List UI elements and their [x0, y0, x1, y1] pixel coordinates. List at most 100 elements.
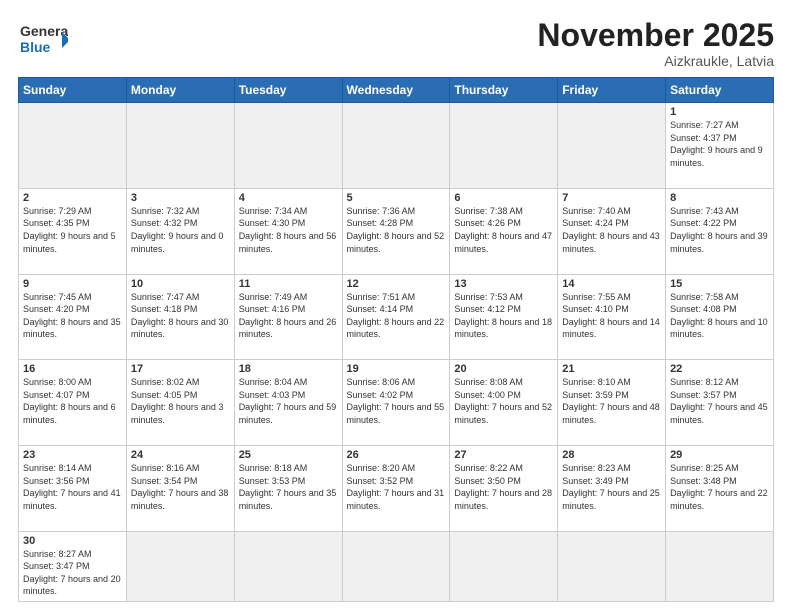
day-info: Sunrise: 8:02 AMSunset: 4:05 PMDaylight:…	[131, 376, 230, 426]
day-info: Sunrise: 8:12 AMSunset: 3:57 PMDaylight:…	[670, 376, 769, 426]
day-number: 9	[23, 278, 122, 290]
day-info: Sunrise: 8:00 AMSunset: 4:07 PMDaylight:…	[23, 376, 122, 426]
day-26: 26 Sunrise: 8:20 AMSunset: 3:52 PMDaylig…	[342, 445, 450, 531]
logo: General Blue	[18, 18, 68, 62]
subtitle: Aizkraukle, Latvia	[537, 53, 774, 69]
day-info: Sunrise: 7:36 AMSunset: 4:28 PMDaylight:…	[347, 205, 446, 255]
empty-cell	[234, 103, 342, 189]
day-number: 30	[23, 535, 122, 547]
empty-cell	[342, 531, 450, 601]
day-number: 6	[454, 192, 553, 204]
day-7: 7 Sunrise: 7:40 AMSunset: 4:24 PMDayligh…	[558, 188, 666, 274]
day-info: Sunrise: 7:34 AMSunset: 4:30 PMDaylight:…	[239, 205, 338, 255]
day-number: 7	[562, 192, 661, 204]
week-row-4: 16 Sunrise: 8:00 AMSunset: 4:07 PMDaylig…	[19, 360, 774, 446]
day-info: Sunrise: 7:43 AMSunset: 4:22 PMDaylight:…	[670, 205, 769, 255]
th-friday: Friday	[558, 78, 666, 103]
day-number: 18	[239, 363, 338, 375]
empty-cell	[450, 103, 558, 189]
week-row-2: 2 Sunrise: 7:29 AMSunset: 4:35 PMDayligh…	[19, 188, 774, 274]
empty-cell	[342, 103, 450, 189]
day-number: 8	[670, 192, 769, 204]
week-row-1: 1 Sunrise: 7:27 AMSunset: 4:37 PMDayligh…	[19, 103, 774, 189]
svg-text:Blue: Blue	[20, 39, 51, 55]
day-number: 20	[454, 363, 553, 375]
day-10: 10 Sunrise: 7:47 AMSunset: 4:18 PMDaylig…	[126, 274, 234, 360]
day-15: 15 Sunrise: 7:58 AMSunset: 4:08 PMDaylig…	[666, 274, 774, 360]
day-number: 21	[562, 363, 661, 375]
day-8: 8 Sunrise: 7:43 AMSunset: 4:22 PMDayligh…	[666, 188, 774, 274]
day-number: 11	[239, 278, 338, 290]
day-number: 16	[23, 363, 122, 375]
day-5: 5 Sunrise: 7:36 AMSunset: 4:28 PMDayligh…	[342, 188, 450, 274]
th-monday: Monday	[126, 78, 234, 103]
day-info: Sunrise: 7:58 AMSunset: 4:08 PMDaylight:…	[670, 291, 769, 341]
empty-cell	[558, 531, 666, 601]
day-13: 13 Sunrise: 7:53 AMSunset: 4:12 PMDaylig…	[450, 274, 558, 360]
day-info: Sunrise: 8:18 AMSunset: 3:53 PMDaylight:…	[239, 462, 338, 512]
day-22: 22 Sunrise: 8:12 AMSunset: 3:57 PMDaylig…	[666, 360, 774, 446]
day-info: Sunrise: 8:14 AMSunset: 3:56 PMDaylight:…	[23, 462, 122, 512]
day-number: 17	[131, 363, 230, 375]
day-14: 14 Sunrise: 7:55 AMSunset: 4:10 PMDaylig…	[558, 274, 666, 360]
day-number: 29	[670, 449, 769, 461]
day-info: Sunrise: 8:16 AMSunset: 3:54 PMDaylight:…	[131, 462, 230, 512]
page: General Blue November 2025 Aizkraukle, L…	[0, 0, 792, 612]
day-11: 11 Sunrise: 7:49 AMSunset: 4:16 PMDaylig…	[234, 274, 342, 360]
day-info: Sunrise: 8:08 AMSunset: 4:00 PMDaylight:…	[454, 376, 553, 426]
th-sunday: Sunday	[19, 78, 127, 103]
day-info: Sunrise: 8:06 AMSunset: 4:02 PMDaylight:…	[347, 376, 446, 426]
logo-svg: General Blue	[18, 18, 68, 62]
day-number: 15	[670, 278, 769, 290]
week-row-3: 9 Sunrise: 7:45 AMSunset: 4:20 PMDayligh…	[19, 274, 774, 360]
title-block: November 2025 Aizkraukle, Latvia	[537, 18, 774, 69]
th-saturday: Saturday	[666, 78, 774, 103]
day-number: 22	[670, 363, 769, 375]
day-27: 27 Sunrise: 8:22 AMSunset: 3:50 PMDaylig…	[450, 445, 558, 531]
week-row-5: 23 Sunrise: 8:14 AMSunset: 3:56 PMDaylig…	[19, 445, 774, 531]
day-24: 24 Sunrise: 8:16 AMSunset: 3:54 PMDaylig…	[126, 445, 234, 531]
day-number: 3	[131, 192, 230, 204]
day-6: 6 Sunrise: 7:38 AMSunset: 4:26 PMDayligh…	[450, 188, 558, 274]
day-info: Sunrise: 8:22 AMSunset: 3:50 PMDaylight:…	[454, 462, 553, 512]
calendar: Sunday Monday Tuesday Wednesday Thursday…	[18, 77, 774, 602]
empty-cell	[234, 531, 342, 601]
day-info: Sunrise: 7:29 AMSunset: 4:35 PMDaylight:…	[23, 205, 122, 255]
day-info: Sunrise: 8:20 AMSunset: 3:52 PMDaylight:…	[347, 462, 446, 512]
day-info: Sunrise: 7:40 AMSunset: 4:24 PMDaylight:…	[562, 205, 661, 255]
day-info: Sunrise: 8:04 AMSunset: 4:03 PMDaylight:…	[239, 376, 338, 426]
day-number: 5	[347, 192, 446, 204]
day-info: Sunrise: 7:53 AMSunset: 4:12 PMDaylight:…	[454, 291, 553, 341]
empty-cell	[450, 531, 558, 601]
weekday-header-row: Sunday Monday Tuesday Wednesday Thursday…	[19, 78, 774, 103]
day-19: 19 Sunrise: 8:06 AMSunset: 4:02 PMDaylig…	[342, 360, 450, 446]
day-4: 4 Sunrise: 7:34 AMSunset: 4:30 PMDayligh…	[234, 188, 342, 274]
day-number: 14	[562, 278, 661, 290]
day-12: 12 Sunrise: 7:51 AMSunset: 4:14 PMDaylig…	[342, 274, 450, 360]
month-title: November 2025	[537, 18, 774, 53]
day-30: 30 Sunrise: 8:27 AMSunset: 3:47 PMDaylig…	[19, 531, 127, 601]
day-info: Sunrise: 8:23 AMSunset: 3:49 PMDaylight:…	[562, 462, 661, 512]
empty-cell	[19, 103, 127, 189]
day-2: 2 Sunrise: 7:29 AMSunset: 4:35 PMDayligh…	[19, 188, 127, 274]
day-20: 20 Sunrise: 8:08 AMSunset: 4:00 PMDaylig…	[450, 360, 558, 446]
day-info: Sunrise: 8:10 AMSunset: 3:59 PMDaylight:…	[562, 376, 661, 426]
day-23: 23 Sunrise: 8:14 AMSunset: 3:56 PMDaylig…	[19, 445, 127, 531]
day-info: Sunrise: 7:27 AMSunset: 4:37 PMDaylight:…	[670, 119, 769, 169]
day-number: 27	[454, 449, 553, 461]
day-18: 18 Sunrise: 8:04 AMSunset: 4:03 PMDaylig…	[234, 360, 342, 446]
day-number: 13	[454, 278, 553, 290]
header: General Blue November 2025 Aizkraukle, L…	[18, 18, 774, 69]
day-info: Sunrise: 7:45 AMSunset: 4:20 PMDaylight:…	[23, 291, 122, 341]
th-thursday: Thursday	[450, 78, 558, 103]
day-info: Sunrise: 8:25 AMSunset: 3:48 PMDaylight:…	[670, 462, 769, 512]
empty-cell	[666, 531, 774, 601]
day-info: Sunrise: 7:49 AMSunset: 4:16 PMDaylight:…	[239, 291, 338, 341]
day-info: Sunrise: 7:51 AMSunset: 4:14 PMDaylight:…	[347, 291, 446, 341]
day-21: 21 Sunrise: 8:10 AMSunset: 3:59 PMDaylig…	[558, 360, 666, 446]
th-tuesday: Tuesday	[234, 78, 342, 103]
day-29: 29 Sunrise: 8:25 AMSunset: 3:48 PMDaylig…	[666, 445, 774, 531]
day-info: Sunrise: 7:47 AMSunset: 4:18 PMDaylight:…	[131, 291, 230, 341]
day-number: 23	[23, 449, 122, 461]
empty-cell	[126, 103, 234, 189]
